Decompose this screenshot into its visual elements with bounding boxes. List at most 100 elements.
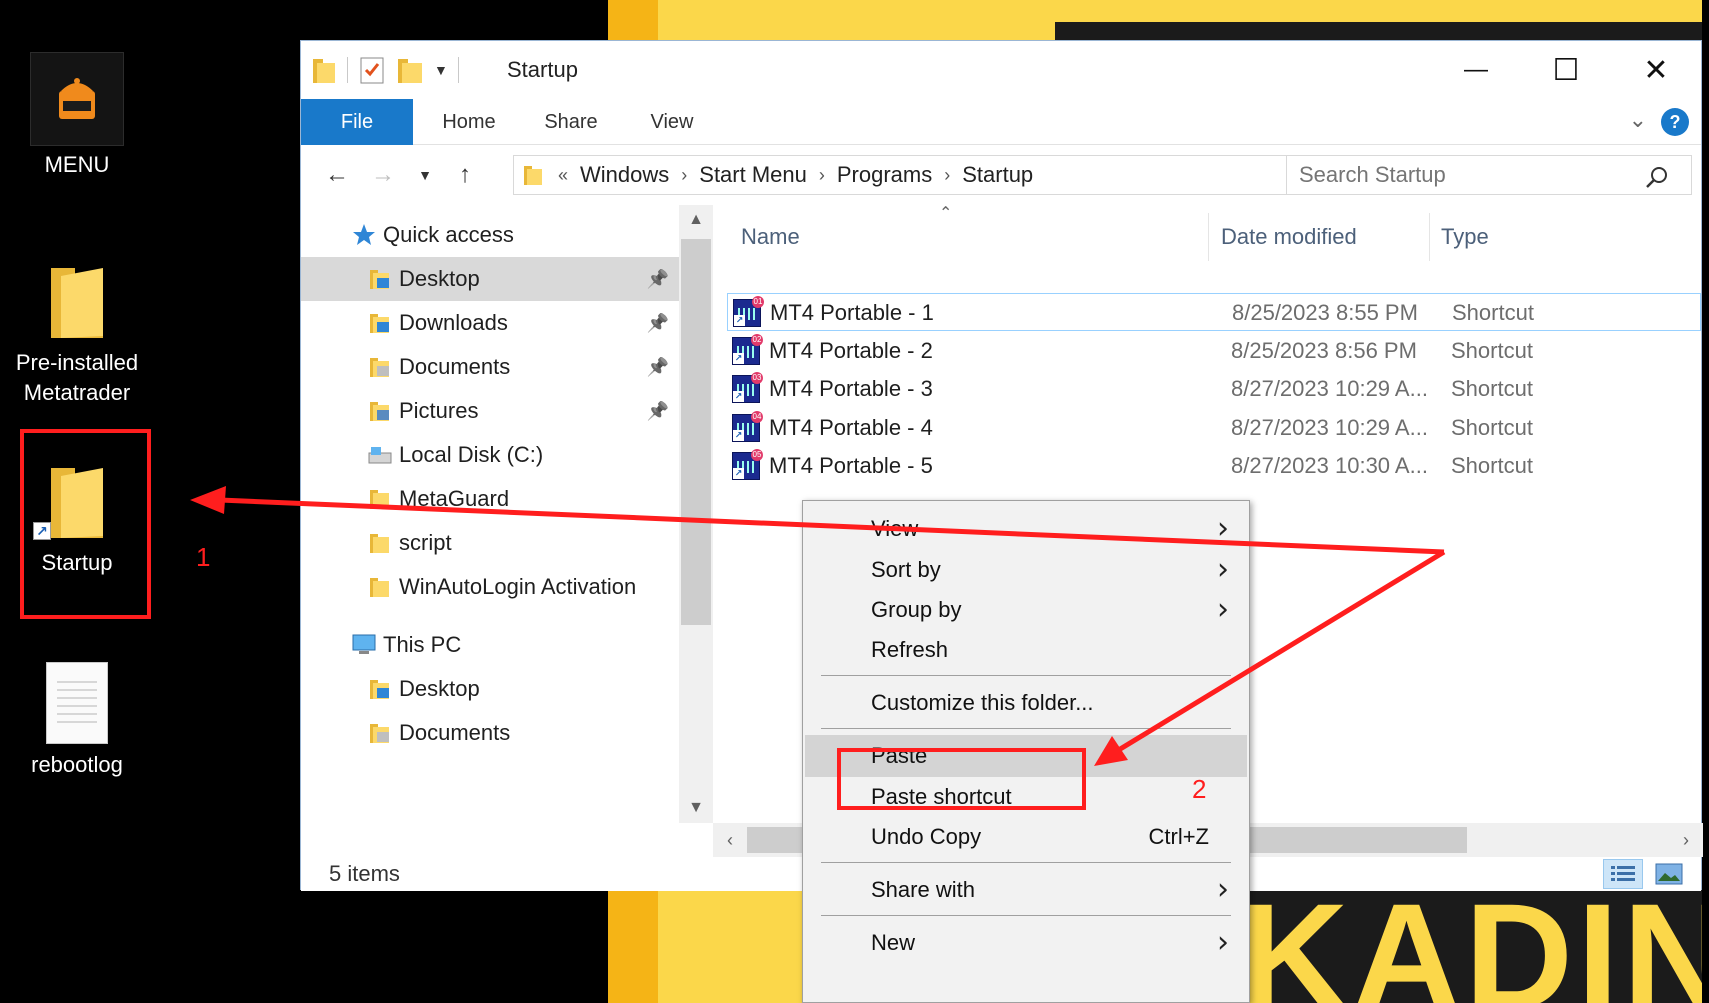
keyboard-shortcut: Ctrl+Z [1148, 824, 1210, 849]
context-menu-item-share-with[interactable]: Share with › [805, 869, 1247, 911]
pin-icon[interactable]: 📌 [647, 269, 669, 290]
context-menu-item-group-by[interactable]: Group by › [805, 589, 1247, 631]
nav-item[interactable]: Quick access [301, 213, 679, 257]
help-button[interactable]: ? [1661, 108, 1689, 136]
scroll-right-icon[interactable]: › [1669, 823, 1703, 857]
context-menu-item-refresh[interactable]: Refresh [805, 629, 1247, 671]
column-header-type[interactable]: Type [1441, 217, 1489, 257]
table-row[interactable]: 02 ↗ MT4 Portable - 2 8/25/2023 8:56 PM Shor… [727, 332, 1701, 370]
nav-pane-scrollbar[interactable]: ▲ ▼ [679, 205, 713, 823]
folder-icon [313, 59, 335, 83]
cell-type: Shortcut [1451, 414, 1533, 440]
breadcrumb-start-menu[interactable]: Start Menu [693, 162, 813, 188]
maximize-button[interactable]: ☐ [1521, 41, 1611, 99]
nav-item[interactable]: Local Disk (C:) [301, 433, 679, 477]
icon-badge: 02 [751, 333, 763, 346]
cell-type: Shortcut [1451, 337, 1533, 363]
cell-type: Shortcut [1452, 300, 1534, 325]
context-menu-label: View [871, 516, 919, 541]
chevron-right-icon[interactable]: › [813, 165, 831, 186]
shortcut-arrow-icon: ↗ [733, 429, 744, 441]
nav-item-label: Downloads [399, 310, 508, 335]
tab-share[interactable]: Share [523, 99, 619, 145]
context-menu-label: Sort by [871, 557, 941, 582]
desktop-icon-menu[interactable]: MENU [2, 52, 152, 180]
icon-badge: 01 [752, 296, 764, 308]
nav-item[interactable]: Downloads 📌 [301, 301, 679, 345]
breadcrumb-programs[interactable]: Programs [831, 162, 938, 188]
nav-item[interactable]: Documents 📌 [301, 345, 679, 389]
address-overflow-icon[interactable]: « [552, 165, 574, 186]
context-menu-label: Customize this folder... [871, 690, 1094, 715]
title-bar[interactable]: ▼ Startup — ☐ ✕ [301, 41, 1701, 99]
column-divider[interactable] [1208, 213, 1209, 261]
table-row[interactable]: 04 ↗ MT4 Portable - 4 8/27/2023 10:29 A... S… [727, 409, 1701, 447]
scrollbar-thumb[interactable] [681, 239, 711, 625]
context-menu-item-undo-copy[interactable]: Undo Copy Ctrl+Z [805, 816, 1247, 858]
nav-item[interactable]: Desktop 📌 [301, 257, 679, 301]
details-view-button[interactable] [1603, 859, 1643, 889]
new-folder-icon[interactable] [396, 55, 424, 85]
context-menu-item-sort-by[interactable]: Sort by › [805, 549, 1247, 591]
cell-name: MT4 Portable - 3 [769, 376, 933, 401]
table-row[interactable]: 01 ↗ MT4 Portable - 1 8/25/2023 8:55 PM Shor… [727, 293, 1701, 331]
item-count: 5 items [329, 861, 400, 886]
scroll-up-icon[interactable]: ▲ [679, 205, 713, 235]
tab-view[interactable]: View [627, 99, 717, 145]
minimize-button[interactable]: — [1431, 41, 1521, 99]
pin-icon[interactable]: 📌 [647, 401, 669, 422]
table-row[interactable]: 03 ↗ MT4 Portable - 3 8/27/2023 10:29 A... S… [727, 370, 1701, 408]
close-button[interactable]: ✕ [1611, 41, 1701, 99]
search-icon[interactable] [1645, 165, 1669, 189]
back-arrow-icon: ← [325, 161, 349, 188]
nav-item[interactable]: WinAutoLogin Activation [301, 565, 679, 609]
nav-item[interactable]: Desktop [301, 667, 679, 711]
search-input[interactable] [1286, 155, 1692, 195]
customize-toolbar-dropdown-icon[interactable]: ▼ [434, 62, 448, 78]
nav-item[interactable]: script [301, 521, 679, 565]
nav-item[interactable]: This PC [301, 623, 679, 667]
breadcrumb-startup[interactable]: Startup [956, 162, 1039, 188]
context-menu-item-customize-this-folder[interactable]: Customize this folder... [805, 682, 1247, 724]
star-icon [351, 222, 377, 248]
context-menu-item-view[interactable]: View › [805, 508, 1247, 550]
properties-icon[interactable] [358, 55, 386, 85]
tab-file[interactable]: File [301, 99, 413, 145]
desktop-folder-icon [367, 676, 393, 702]
desktop-icon-rebootlog[interactable]: rebootlog [2, 662, 152, 780]
forward-button[interactable]: → [365, 157, 401, 193]
expand-ribbon-icon[interactable]: ⌄ [1629, 107, 1647, 133]
pin-icon[interactable]: 📌 [647, 313, 669, 334]
desktop-icon-pre-installed-metatrader[interactable]: Pre-installed Metatrader [2, 262, 152, 408]
chevron-down-icon: ▼ [418, 167, 432, 183]
shortcut-arrow-icon: ↗ [734, 315, 745, 326]
scroll-down-icon[interactable]: ▼ [679, 793, 713, 823]
chevron-right-icon: › [1217, 925, 1229, 960]
context-menu-item-new[interactable]: New › [805, 922, 1247, 964]
tab-home[interactable]: Home [421, 99, 517, 145]
chevron-right-icon: › [1217, 872, 1229, 907]
large-icons-view-button[interactable] [1649, 859, 1689, 889]
desktop-icon-label: MENU [44, 152, 110, 177]
column-divider[interactable] [1429, 213, 1430, 261]
chevron-right-icon[interactable]: › [938, 165, 956, 186]
back-button[interactable]: ← [319, 157, 355, 193]
table-row[interactable]: 05 ↗ MT4 Portable - 5 8/27/2023 10:30 A... S… [727, 447, 1701, 485]
nav-item-label: Documents [399, 720, 511, 745]
nav-item[interactable]: Pictures 📌 [301, 389, 679, 433]
chevron-right-icon[interactable]: › [675, 165, 693, 186]
text-file-icon [46, 662, 108, 744]
large-icons-view-icon [1655, 863, 1683, 885]
breadcrumb-windows[interactable]: Windows [574, 162, 675, 188]
desktop-icon-label: Metatrader [23, 380, 131, 405]
up-button[interactable]: ↑ [447, 157, 483, 193]
column-header-name[interactable]: Name [741, 217, 800, 257]
nav-item[interactable]: Documents [301, 711, 679, 755]
recent-locations-button[interactable]: ▼ [407, 157, 443, 193]
nav-item-label: Pictures [399, 398, 479, 423]
nav-item[interactable]: MetaGuard [301, 477, 679, 521]
cell-date: 8/27/2023 10:29 A... [1231, 376, 1428, 401]
scroll-left-icon[interactable]: ‹ [713, 823, 747, 857]
pin-icon[interactable]: 📌 [647, 357, 669, 378]
column-header-date-modified[interactable]: Date modified [1221, 217, 1357, 257]
